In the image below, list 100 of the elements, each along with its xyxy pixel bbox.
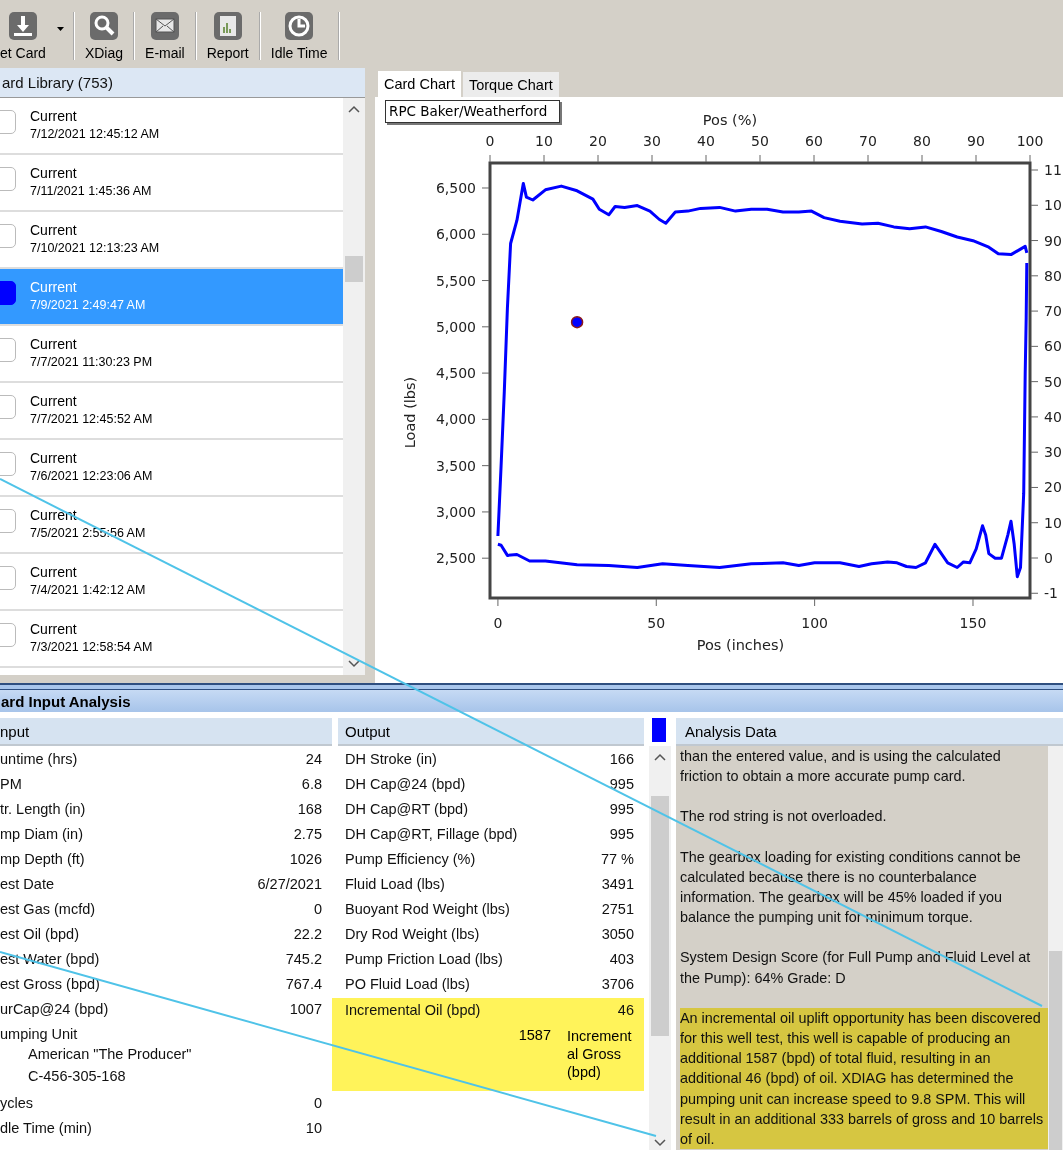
field-label: DH Cap@24 (bpd) — [345, 776, 466, 792]
tick-label: 90 — [967, 133, 985, 149]
card-list-item[interactable]: Current 7/7/2021 12:45:52 AM — [0, 383, 343, 440]
field-label: urCap@24 (bpd) — [0, 1001, 109, 1017]
tick-label: 10 — [535, 133, 553, 149]
splitter-bar[interactable] — [0, 683, 1063, 690]
field-label: DH Stroke (in) — [345, 751, 437, 767]
tick-label: 90 — [1044, 232, 1062, 249]
tick-label: 70 — [1044, 303, 1062, 320]
field-label: est Gas (mcfd) — [0, 901, 96, 917]
field-label: PO Fluid Load (lbs) — [345, 976, 470, 992]
axis-title: Load (lbs) — [402, 376, 418, 449]
tick-label: -1 — [1044, 585, 1058, 602]
tick-label: 3,500 — [435, 457, 476, 474]
marker-dot — [570, 315, 584, 329]
caret-icon[interactable] — [56, 27, 64, 31]
column-header: Analysis Data — [676, 718, 1063, 746]
scrollbar-thumb[interactable] — [1049, 951, 1062, 1150]
field-value: 1587 — [518, 1027, 551, 1045]
tick-label: 0 — [493, 615, 503, 631]
card-list-item[interactable]: Current 7/11/2021 1:45:36 AM — [0, 155, 343, 212]
tick-label: 11 — [1044, 162, 1062, 178]
axis-title: Pos (inches) — [696, 637, 785, 653]
tick-label: 30 — [1044, 444, 1062, 461]
toolbar-button[interactable]: E-mail — [138, 11, 192, 61]
field-value: 3491 — [601, 876, 634, 892]
field-value: C-456-305-168 — [27, 1068, 127, 1086]
card-list-item[interactable]: Current 7/7/2021 11:30:23 PM — [0, 326, 343, 383]
field-value: 77 % — [600, 851, 634, 867]
search-icon — [89, 11, 119, 41]
toolbar-button[interactable]: Report — [199, 11, 256, 61]
field-label: est Date — [0, 876, 54, 892]
field-value: 166 — [609, 751, 634, 767]
tick-label: 10 — [1044, 197, 1062, 214]
tick-label: 4,500 — [435, 365, 476, 382]
field-label: Pump Friction Load (lbs) — [345, 951, 503, 967]
field-value: 22.2 — [293, 926, 322, 942]
field-value: 2.75 — [293, 826, 322, 842]
field-value: 995 — [609, 826, 634, 842]
field-label: Incremental Oil (bpd) — [345, 1002, 481, 1018]
chevron-up-icon — [653, 752, 667, 763]
envelope-icon — [149, 11, 180, 41]
field-value: 24 — [305, 751, 322, 767]
tick-label: 80 — [913, 133, 931, 149]
chevron-down-icon — [347, 658, 361, 669]
tick-label: 4,000 — [435, 411, 476, 428]
field-value: 403 — [609, 951, 634, 967]
tick-label: 60 — [805, 133, 823, 149]
column-header: Output — [338, 718, 644, 746]
field-value: 0 — [313, 1095, 322, 1111]
scrollbar-thumb[interactable] — [345, 256, 363, 282]
field-value: 10 — [305, 1120, 322, 1136]
field-label: mp Diam (in) — [0, 826, 83, 842]
field-label: untime (hrs) — [0, 751, 78, 767]
tick-label: 80 — [1044, 267, 1062, 284]
toolbar-button[interactable]: Idle Time — [263, 11, 335, 61]
paragraph: The rod string is not overloaded. — [680, 807, 888, 827]
toolbar-button[interactable]: et Card — [0, 11, 53, 61]
tick-label: 20 — [589, 133, 607, 149]
tick-label: 5,500 — [435, 272, 476, 289]
field-value: 1026 — [289, 851, 322, 867]
chart-tab[interactable]: Torque Chart — [462, 72, 559, 97]
tick-label: 100 — [801, 615, 828, 631]
tick-label: 50 — [647, 615, 666, 631]
field-value: 2751 — [601, 901, 634, 917]
field-value: American "The Producer" — [27, 1046, 193, 1064]
field-value: 3050 — [601, 926, 634, 942]
tick-label: 70 — [859, 133, 877, 149]
scrollbar-thumb[interactable] — [651, 796, 669, 1036]
section-title: ard Input Analysis — [0, 690, 1063, 712]
field-label: umping Unit — [0, 1026, 78, 1042]
field-label: est Gross (bpd) — [0, 976, 100, 992]
field-label: DH Cap@RT, Fillage (bpd) — [345, 826, 518, 842]
field-value: 46 — [617, 1002, 634, 1018]
scrollbar[interactable] — [1048, 746, 1063, 1150]
panel-title: ard Library (753) — [0, 68, 365, 97]
tick-label: 3,000 — [435, 503, 476, 520]
tick-label: 30 — [643, 133, 661, 149]
axis-title: Pos (%) — [702, 112, 758, 128]
field-label: dle Time (min) — [0, 1120, 92, 1136]
card-list-item[interactable]: Current 7/3/2021 12:58:54 AM — [0, 611, 343, 668]
chart-tab[interactable]: Card Chart — [378, 71, 461, 97]
tick-label: 50 — [751, 133, 769, 149]
field-value: 767.4 — [285, 976, 322, 992]
toolbar-button[interactable]: XDiag — [77, 11, 131, 61]
tick-label: 50 — [1044, 373, 1062, 390]
scrollbar[interactable] — [649, 746, 671, 1150]
tick-label: 150 — [959, 615, 987, 631]
tick-label: 6,000 — [435, 226, 476, 243]
chart-legend: RPC Baker/Weatherford — [385, 100, 561, 123]
field-label: Incremental Gross (bpd) — [567, 1027, 633, 1081]
scrollbar[interactable] — [343, 98, 365, 675]
field-label: DH Cap@RT (bpd) — [345, 801, 468, 817]
tick-label: 60 — [1044, 338, 1062, 355]
chevron-down-icon — [653, 1137, 667, 1148]
field-value: 1007 — [289, 1001, 322, 1017]
card-list-item[interactable]: Current 7/12/2021 12:45:12 AM — [0, 98, 343, 155]
field-value: 745.2 — [285, 951, 322, 967]
highlighted-paragraph: An incremental oil uplift opportunity has been discovered for this well test, this well is capable of producing an additional 1587 (bpd) of total fluid, resulting in an additional 46 (bpd) of oil. XDIAG has determined the pumping unit can increase speed to 9.8 SPM. This will result in an additional 333 barrels of gross and 10 barrels of oil. — [680, 1007, 1048, 1150]
field-label: ycles — [0, 1095, 34, 1111]
